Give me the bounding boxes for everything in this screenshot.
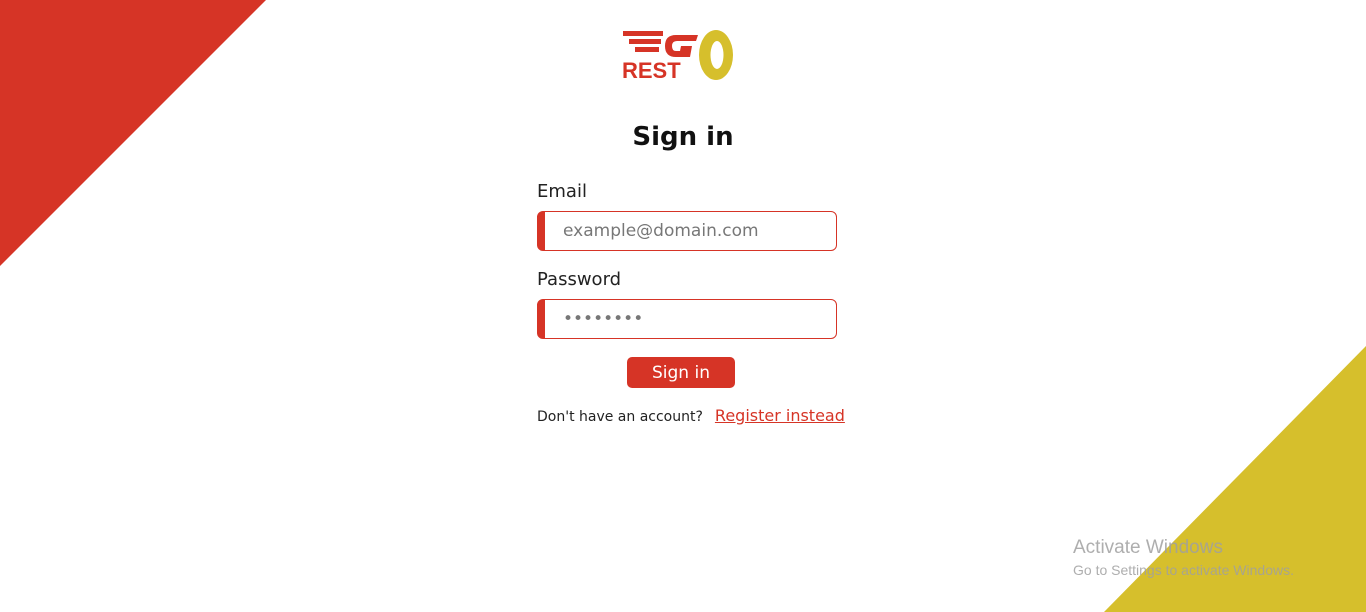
- register-row: Don't have an account? Register instead: [537, 406, 845, 428]
- password-label: Password: [537, 269, 622, 290]
- password-field-container: [537, 299, 837, 339]
- go-rest-logo: REST: [622, 30, 733, 83]
- password-input[interactable]: [545, 300, 836, 338]
- watermark-title: Activate Windows: [1073, 537, 1223, 558]
- sign-in-button[interactable]: Sign in: [627, 357, 735, 388]
- login-page: REST Sign in Email Password Sign in Don'…: [0, 0, 1366, 612]
- windows-activation-watermark: Activate Windows Go to Settings to activ…: [1073, 537, 1294, 578]
- register-link[interactable]: Register instead: [715, 406, 845, 425]
- email-label: Email: [537, 181, 587, 202]
- email-field-container: [537, 211, 837, 251]
- page-title: Sign in: [632, 122, 734, 152]
- email-input[interactable]: [545, 212, 836, 250]
- register-prompt: Don't have an account?: [537, 409, 703, 425]
- watermark-subtitle: Go to Settings to activate Windows.: [1073, 562, 1294, 578]
- logo-text-rest: REST: [622, 58, 681, 83]
